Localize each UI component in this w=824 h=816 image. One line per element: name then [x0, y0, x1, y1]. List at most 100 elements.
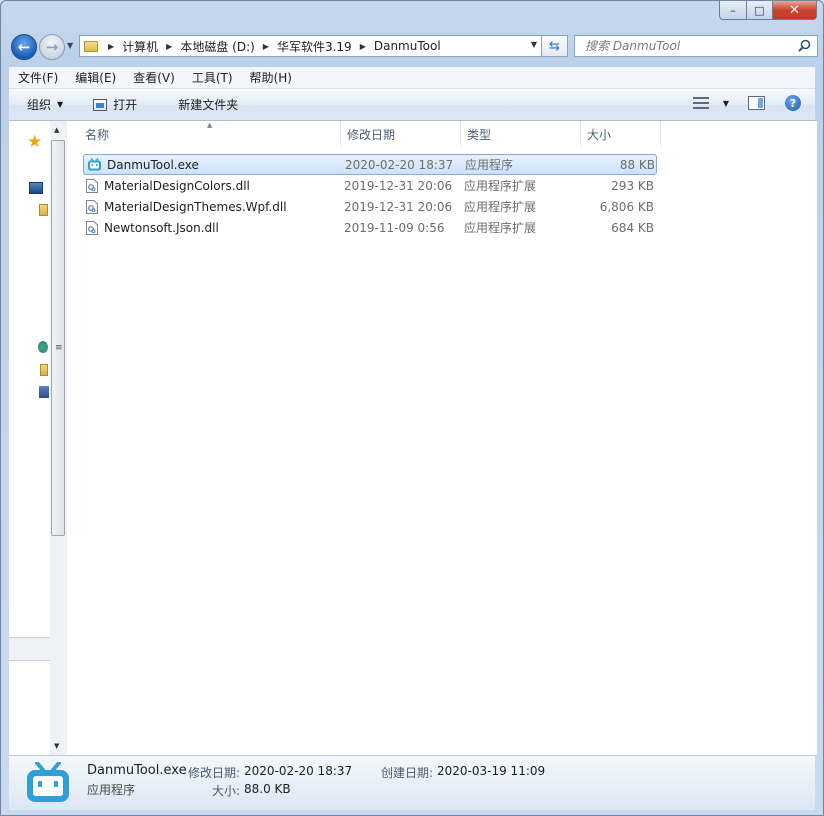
details-filetype: 应用程序	[87, 783, 136, 797]
arrow-left-icon: ←	[17, 38, 31, 56]
dll-file-icon	[86, 199, 98, 214]
file-type: 应用程序扩展	[464, 221, 537, 235]
command-bar: 组织 ▼ 打开 新建文件夹 ▼ ?	[9, 89, 815, 121]
forward-button[interactable]: →	[39, 34, 65, 60]
navigation-scrollbar[interactable]: ▲ ≡ ▼	[50, 121, 68, 755]
breadcrumb-danmutool[interactable]: DanmuTool	[370, 39, 445, 53]
dll-file-icon	[86, 220, 98, 235]
file-date: 2019-12-31 20:06	[344, 199, 453, 214]
column-header: ▲ 名称 修改日期 类型 大小	[67, 121, 661, 147]
file-rows: DanmuTool.exe 2020-02-20 18:37 应用程序 88 K…	[83, 154, 657, 238]
file-name: MaterialDesignThemes.Wpf.dll	[104, 199, 287, 214]
file-name-cell: MaterialDesignThemes.Wpf.dll	[83, 199, 344, 214]
menu-tools[interactable]: 工具(T)	[183, 69, 241, 86]
file-type: 应用程序	[465, 158, 514, 172]
column-name[interactable]: 名称	[67, 121, 341, 147]
file-name: MaterialDesignColors.dll	[104, 178, 250, 193]
details-size-label: 大小:	[212, 784, 241, 798]
libraries-icon[interactable]	[39, 204, 48, 216]
preview-pane-icon[interactable]	[748, 96, 765, 110]
file-date: 2019-11-09 0:56	[344, 220, 445, 235]
file-size: 88 KB	[619, 157, 655, 172]
menu-view[interactable]: 查看(V)	[124, 69, 183, 86]
open-icon	[93, 98, 108, 111]
breadcrumb-huajun-software[interactable]: 华军软件3.19	[273, 38, 356, 55]
address-dropdown-icon[interactable]: ▼	[531, 40, 537, 49]
breadcrumb-local-disk[interactable]: 本地磁盘 (D:)	[176, 38, 258, 55]
column-size[interactable]: 大小	[581, 121, 661, 147]
details-pane: DanmuTool.exe 应用程序 修改日期: 2020-02-20 18:3…	[9, 755, 815, 810]
details-size-value: 88.0 KB	[244, 782, 291, 796]
change-view-button[interactable]: ▼	[692, 97, 729, 109]
grip-icon: ≡	[55, 343, 63, 353]
new-folder-button[interactable]: 新建文件夹	[178, 96, 238, 113]
caption-buttons: – □ ✕	[719, 1, 817, 20]
chevron-down-icon: ▼	[57, 100, 64, 109]
network-icon[interactable]	[39, 386, 49, 398]
address-bar[interactable]: ▶ 计算机 ▶ 本地磁盘 (D:) ▶ 华军软件3.19 ▶ DanmuTool…	[79, 35, 542, 57]
file-date: 2020-02-20 18:37	[345, 157, 454, 172]
open-button[interactable]: 打开	[93, 96, 137, 113]
file-row[interactable]: DanmuTool.exe 2020-02-20 18:37 应用程序 88 K…	[83, 154, 657, 175]
column-type[interactable]: 类型	[461, 121, 581, 147]
computer-icon[interactable]	[40, 364, 48, 376]
refresh-button[interactable]: ⇆	[542, 35, 568, 57]
organize-label: 组织	[27, 98, 52, 112]
help-icon[interactable]: ?	[785, 95, 801, 111]
maximize-button[interactable]: □	[746, 1, 772, 20]
file-name-cell: MaterialDesignColors.dll	[83, 178, 344, 193]
scroll-up-icon[interactable]: ▲	[54, 126, 59, 134]
details-created-label: 创建日期:	[381, 766, 434, 780]
file-row[interactable]: MaterialDesignThemes.Wpf.dll 2019-12-31 …	[83, 196, 657, 217]
menu-file[interactable]: 文件(F)	[9, 69, 66, 86]
dll-file-icon	[86, 178, 98, 193]
file-row[interactable]: MaterialDesignColors.dll 2019-12-31 20:0…	[83, 175, 657, 196]
file-type: 应用程序扩展	[464, 200, 537, 214]
navigation-row: ← → ▼ ▶ 计算机 ▶ 本地磁盘 (D:) ▶ 华军软件3.19 ▶ Dan…	[9, 33, 818, 60]
menu-help[interactable]: 帮助(H)	[241, 69, 300, 86]
close-button[interactable]: ✕	[772, 1, 817, 20]
arrow-right-icon: →	[45, 38, 59, 56]
file-name-cell: DanmuTool.exe	[84, 158, 345, 172]
chevron-right-icon[interactable]: ▶	[356, 42, 370, 51]
folder-icon	[84, 40, 98, 52]
chevron-right-icon[interactable]: ▶	[162, 42, 176, 51]
search-icon[interactable]	[798, 39, 811, 52]
file-size: 293 KB	[611, 178, 654, 193]
breadcrumb-computer[interactable]: 计算机	[118, 38, 162, 55]
file-size: 684 KB	[611, 220, 654, 235]
file-name: Newtonsoft.Json.dll	[104, 220, 219, 235]
file-row[interactable]: Newtonsoft.Json.dll 2019-11-09 0:56 应用程序…	[83, 217, 657, 238]
details-created-value: 2020-03-19 11:09	[437, 764, 546, 778]
scroll-down-icon[interactable]: ▼	[54, 742, 59, 750]
favorites-star-icon[interactable]: ★	[27, 132, 42, 152]
file-date: 2019-12-31 20:06	[344, 178, 453, 193]
file-type: 应用程序扩展	[464, 179, 537, 193]
organize-button[interactable]: 组织 ▼	[27, 96, 63, 113]
chevron-down-icon[interactable]: ▼	[723, 99, 729, 108]
bilibili-app-icon	[27, 762, 69, 802]
details-modified-label: 修改日期:	[188, 766, 241, 780]
menu-edit[interactable]: 编辑(E)	[66, 69, 124, 86]
explorer-window: – □ ✕ ← → ▼ ▶ 计算机 ▶ 本地磁盘 (D:) ▶ 华军软件3.19…	[0, 0, 824, 816]
column-date-modified[interactable]: 修改日期	[341, 121, 461, 147]
recent-pages-dropdown[interactable]: ▼	[67, 41, 73, 50]
desktop-icon[interactable]	[29, 182, 43, 194]
search-box[interactable]	[574, 35, 818, 57]
menu-bar: 文件(F) 编辑(E) 查看(V) 工具(T) 帮助(H)	[9, 67, 815, 89]
file-list: ▲ 名称 修改日期 类型 大小 DanmuTool.exe 2020-02-20…	[67, 121, 817, 755]
chevron-right-icon[interactable]: ▶	[259, 42, 273, 51]
view-details-icon	[692, 97, 709, 109]
homegroup-icon[interactable]	[38, 341, 48, 353]
navigation-pane-strip	[9, 637, 50, 661]
chevron-right-icon[interactable]: ▶	[104, 42, 118, 51]
file-size: 6,806 KB	[599, 199, 654, 214]
scrollbar-thumb[interactable]: ≡	[51, 140, 65, 536]
back-button[interactable]: ←	[11, 34, 37, 60]
file-name: DanmuTool.exe	[107, 157, 199, 172]
minimize-button[interactable]: –	[719, 1, 746, 20]
new-folder-label: 新建文件夹	[178, 98, 239, 112]
file-name-cell: Newtonsoft.Json.dll	[83, 220, 344, 235]
details-filename: DanmuTool.exe	[87, 763, 187, 778]
search-input[interactable]	[583, 38, 797, 54]
